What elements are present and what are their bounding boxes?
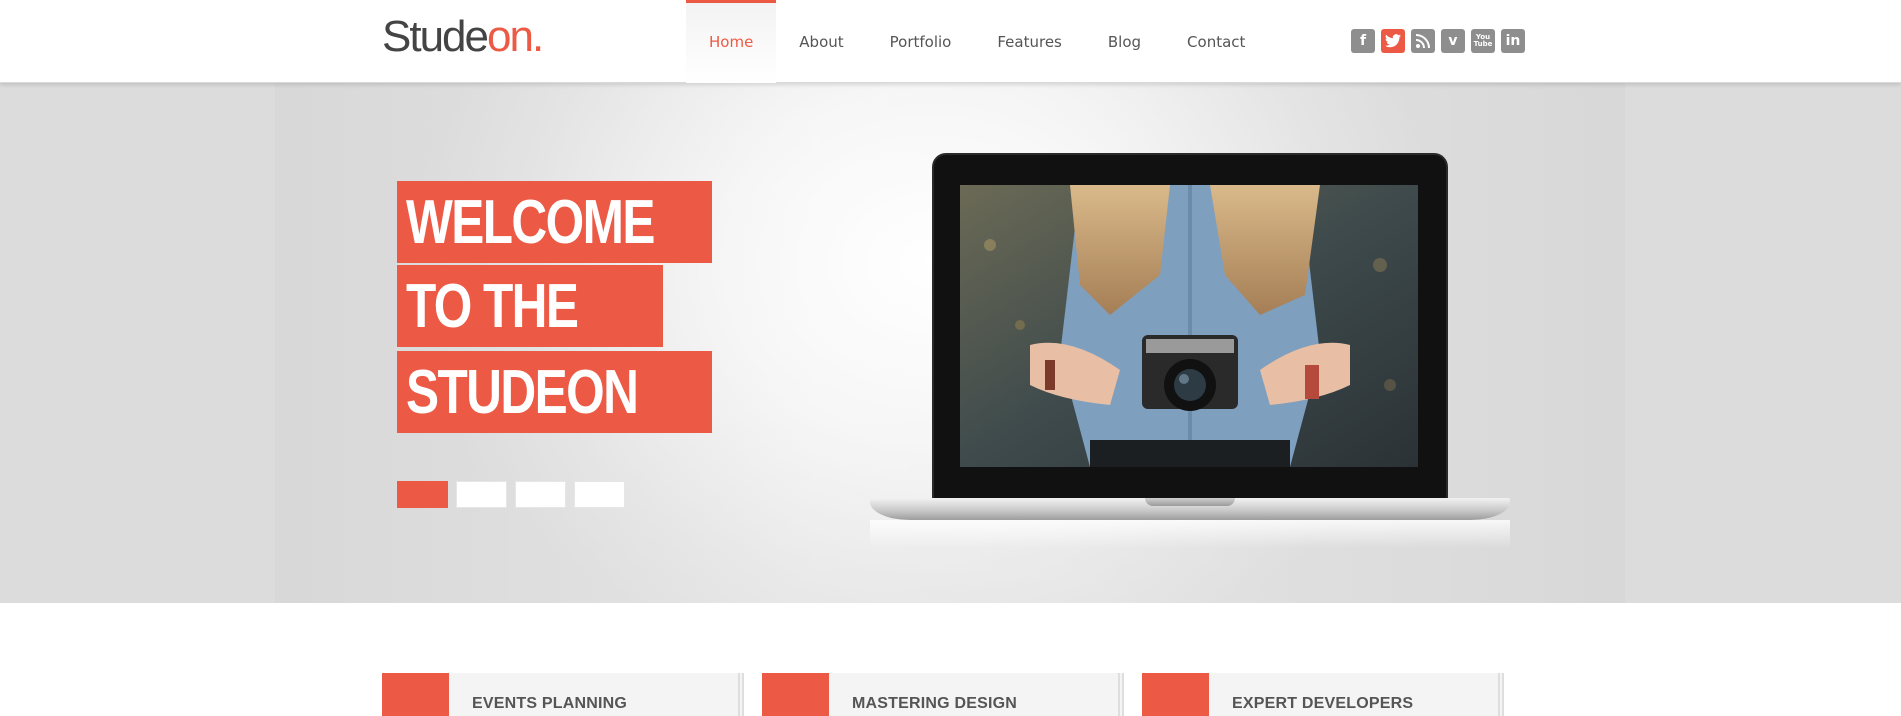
youtube-bottom-text: Tube <box>1473 40 1493 48</box>
logo-accent-text: on <box>486 12 534 61</box>
logo-text: Stude <box>382 12 489 61</box>
laptop-reflection <box>870 520 1510 548</box>
linkedin-icon[interactable]: in <box>1501 29 1525 53</box>
slider-pagination <box>397 481 625 508</box>
logo-dot: . <box>531 12 544 61</box>
slide-dot-2[interactable] <box>456 481 507 508</box>
main-nav: Home About Portfolio Features Blog Conta… <box>686 0 1268 83</box>
feature-title: MASTERING DESIGN <box>852 695 1017 712</box>
feature-mastering-design[interactable]: MASTERING DESIGN <box>762 673 1124 716</box>
headline-line-1: WELCOME <box>397 181 712 263</box>
feature-icon-box <box>382 673 449 716</box>
headline-text-3: STUDEON <box>406 358 639 427</box>
headline-text-1: WELCOME <box>406 188 655 257</box>
laptop-notch <box>1145 498 1235 506</box>
rss-glyph <box>1416 34 1430 48</box>
slide-dot-1[interactable] <box>397 481 448 508</box>
vimeo-icon[interactable]: v <box>1441 29 1465 53</box>
hero-slider: WELCOME TO THE STUDEON <box>0 83 1901 603</box>
laptop-screen-image <box>960 185 1418 467</box>
social-links: f v You Tube in <box>1351 29 1525 53</box>
feature-title: EXPERT DEVELOPERS <box>1232 695 1414 712</box>
feature-icon-box <box>762 673 829 716</box>
feature-icon-box <box>1142 673 1209 716</box>
twitter-icon[interactable] <box>1381 29 1405 53</box>
facebook-icon[interactable]: f <box>1351 29 1375 53</box>
rss-icon[interactable] <box>1411 29 1435 53</box>
youtube-icon[interactable]: You Tube <box>1471 29 1495 53</box>
laptop-mockup <box>870 153 1510 548</box>
nav-blog[interactable]: Blog <box>1085 0 1164 83</box>
nav-features[interactable]: Features <box>974 0 1085 83</box>
feature-expert-developers[interactable]: EXPERT DEVELOPERS <box>1142 673 1504 716</box>
nav-home[interactable]: Home <box>686 0 777 83</box>
site-logo[interactable]: Studeon. <box>382 12 544 62</box>
nav-portfolio[interactable]: Portfolio <box>867 0 975 83</box>
feature-title: EVENTS PLANNING <box>472 695 628 712</box>
nav-about[interactable]: About <box>776 0 866 83</box>
slide-dot-4[interactable] <box>574 481 625 508</box>
nav-contact[interactable]: Contact <box>1164 0 1268 83</box>
headline-line-2: TO THE <box>397 265 663 347</box>
youtube-glyph: You Tube <box>1474 34 1493 48</box>
headline-line-3: STUDEON <box>397 351 712 433</box>
slide-dot-3[interactable] <box>515 481 566 508</box>
headline-text-2: TO THE <box>406 272 579 341</box>
feature-events-planning[interactable]: EVENTS PLANNING <box>382 673 744 716</box>
photo-woman-with-camera <box>960 185 1418 467</box>
twitter-bird-glyph <box>1385 34 1401 48</box>
site-header: Studeon. Home About Portfolio Features B… <box>0 0 1901 83</box>
